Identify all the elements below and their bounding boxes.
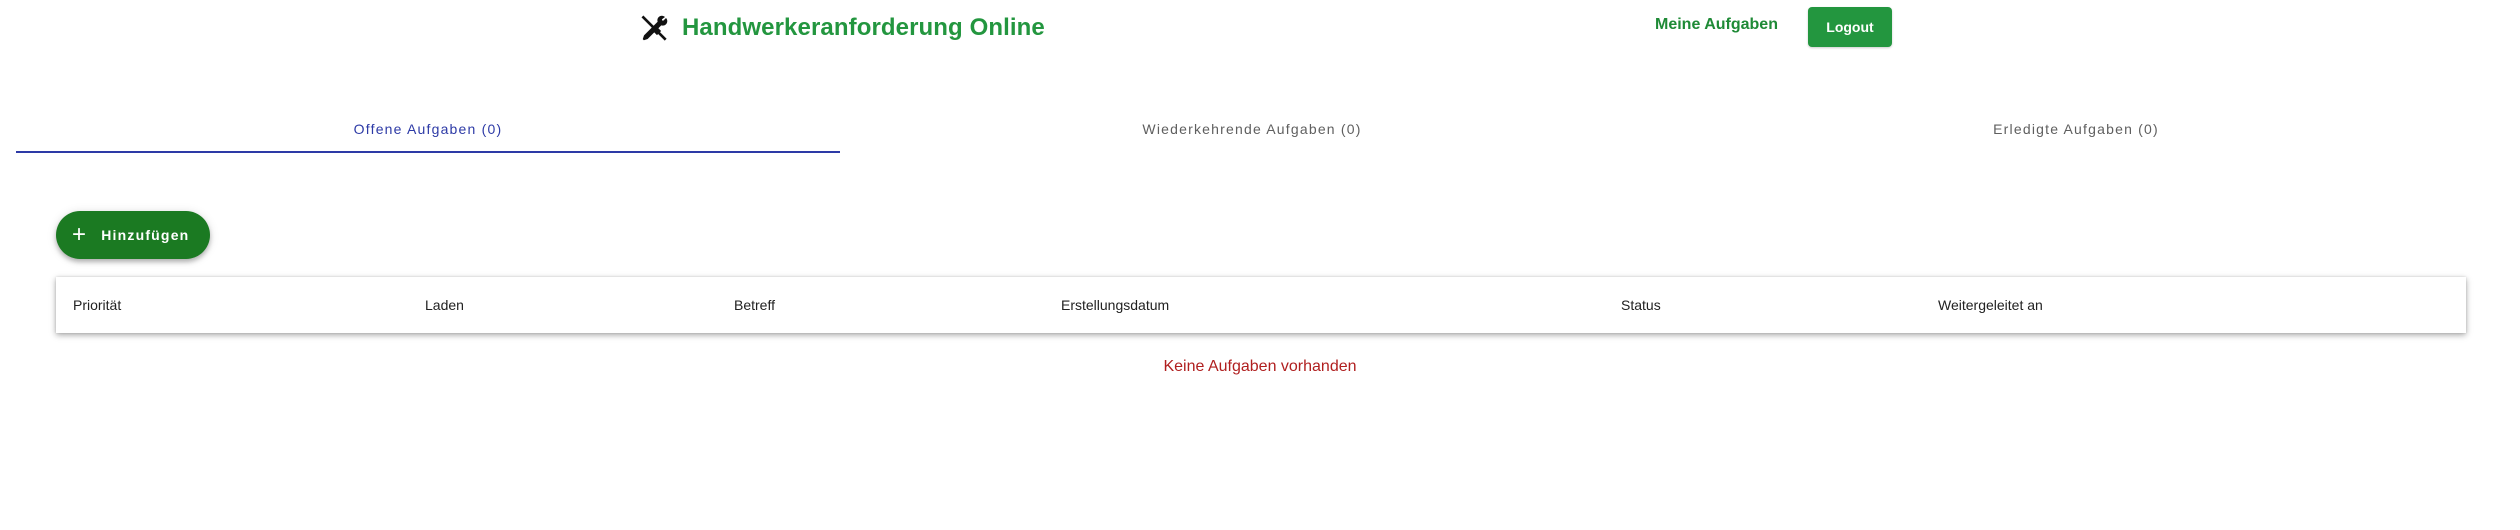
tab-recurring-tasks[interactable]: Wiederkehrende Aufgaben (0)	[840, 105, 1664, 153]
column-header-status[interactable]: Status	[1621, 277, 1661, 333]
column-header-forwarded-to[interactable]: Weitergeleitet an	[1938, 277, 2043, 333]
logout-button[interactable]: Logout	[1808, 7, 1892, 47]
empty-state-message: Keine Aufgaben vorhanden	[1163, 358, 1357, 375]
app-title: Handwerkeranforderung Online	[682, 14, 1045, 41]
tasks-table: Priorität Laden Betreff Erstellungsdatum…	[56, 277, 2466, 333]
column-header-creation-date[interactable]: Erstellungsdatum	[1061, 277, 1169, 333]
tools-icon	[638, 12, 670, 44]
task-tabs: Offene Aufgaben (0) Wiederkehrende Aufga…	[16, 105, 2488, 153]
column-header-priority[interactable]: Priorität	[73, 277, 121, 333]
column-header-subject[interactable]: Betreff	[734, 277, 775, 333]
top-bar: Handwerkeranforderung Online Meine Aufga…	[0, 0, 2520, 56]
column-header-store[interactable]: Laden	[425, 277, 464, 333]
plus-icon: +	[72, 221, 88, 248]
add-task-button[interactable]: + Hinzufügen	[56, 211, 210, 259]
brand: Handwerkeranforderung Online	[638, 10, 1045, 46]
tab-open-tasks[interactable]: Offene Aufgaben (0)	[16, 105, 840, 153]
add-task-label: Hinzufügen	[101, 227, 190, 243]
my-tasks-link[interactable]: Meine Aufgaben	[1655, 16, 1778, 34]
tab-completed-tasks[interactable]: Erledigte Aufgaben (0)	[1664, 105, 2488, 153]
